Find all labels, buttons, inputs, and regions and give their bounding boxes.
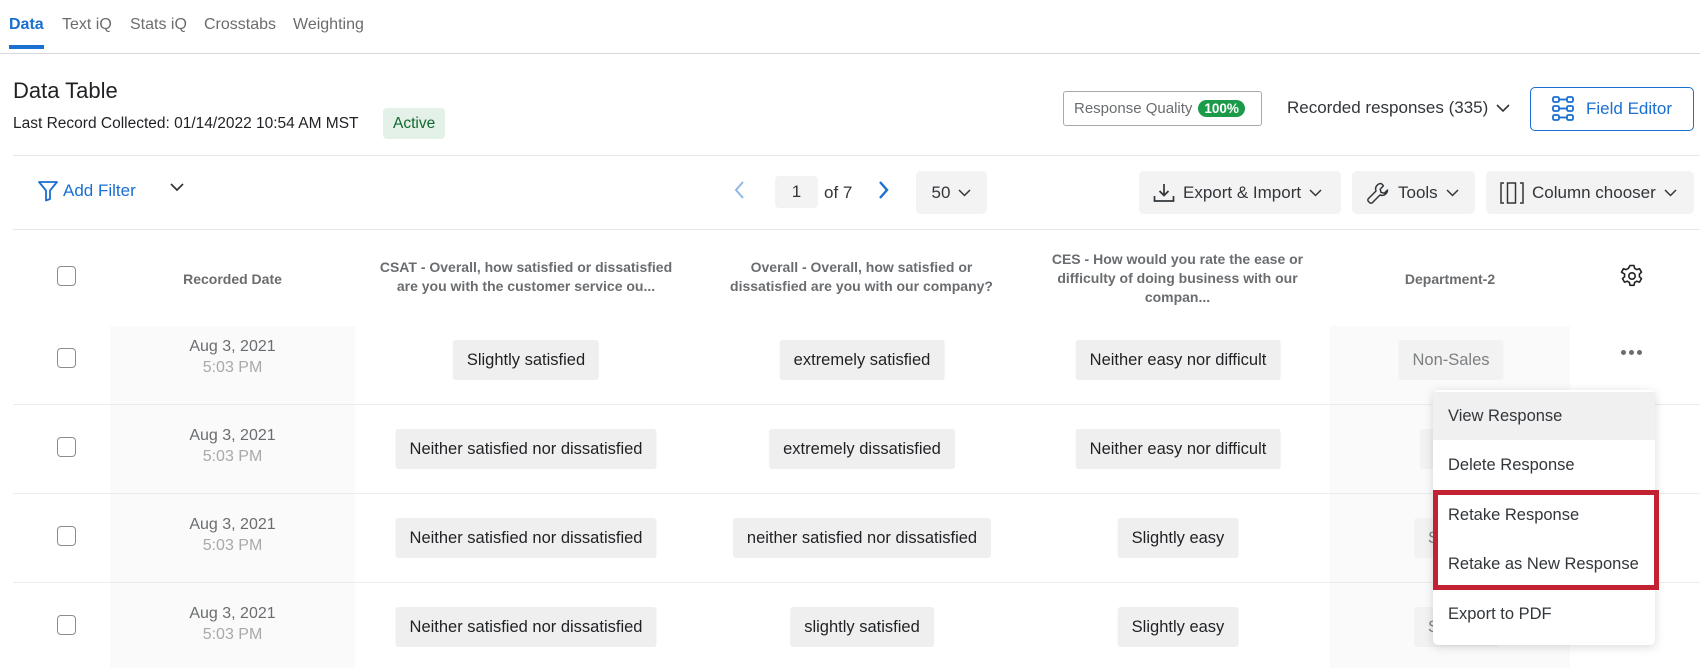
chevron-down-icon	[1446, 188, 1459, 197]
tab-bar: Data Text iQ Stats iQ Crosstabs Weightin…	[0, 0, 1700, 54]
response-quality-button[interactable]: Response Quality 100%	[1063, 91, 1262, 126]
csat-chip[interactable]: Neither satisfied nor dissatisfied	[395, 518, 657, 558]
ces-chip[interactable]: Neither easy nor difficult	[1075, 340, 1281, 380]
row-checkbox[interactable]	[57, 437, 76, 457]
overall-chip[interactable]: extremely satisfied	[779, 340, 945, 380]
add-filter-label: Add Filter	[63, 181, 136, 200]
tab-text-iq[interactable]: Text iQ	[62, 16, 112, 48]
gear-icon[interactable]	[1620, 264, 1644, 288]
column-header-recorded-date[interactable]: Recorded Date	[140, 270, 325, 289]
page-title: Data Table	[13, 78, 118, 103]
recorded-responses-dropdown[interactable]: Recorded responses (335)	[1287, 98, 1510, 118]
page-size-value: 50	[931, 182, 951, 202]
csat-chip[interactable]: Slightly satisfied	[452, 340, 600, 380]
chevron-down-icon	[958, 188, 971, 197]
menu-item-export-to-pdf[interactable]: Export to PDF	[1433, 590, 1655, 638]
column-header-csat[interactable]: CSAT - Overall, how satisfied or dissati…	[370, 258, 682, 296]
add-filter-button[interactable]: Add Filter	[37, 180, 136, 202]
time-value: 5:03 PM	[202, 626, 263, 643]
recorded-date-cell: Aug 3, 2021 5:03 PM	[110, 516, 355, 555]
department-chip[interactable]: Non-Sales	[1398, 340, 1504, 380]
tab-data[interactable]: Data	[9, 16, 44, 49]
recorded-date-cell: Aug 3, 2021 5:03 PM	[110, 427, 355, 466]
field-editor-label: Field Editor	[1586, 99, 1672, 118]
time-value: 5:03 PM	[202, 448, 263, 465]
chevron-down-icon	[1309, 188, 1322, 197]
select-all-checkbox[interactable]	[57, 266, 76, 286]
more-actions-icon[interactable]	[1621, 350, 1642, 355]
tab-stats-iq[interactable]: Stats iQ	[130, 16, 187, 48]
tab-crosstabs[interactable]: Crosstabs	[204, 16, 276, 48]
recorded-date-cell: Aug 3, 2021 5:03 PM	[110, 338, 355, 377]
csat-chip[interactable]: Neither satisfied nor dissatisfied	[395, 429, 657, 469]
chevron-down-icon	[1664, 188, 1677, 197]
menu-item-retake-as-new-response[interactable]: Retake as New Response	[1433, 540, 1655, 588]
export-import-label: Export & Import	[1183, 182, 1302, 202]
response-quality-badge: 100%	[1198, 100, 1245, 117]
ces-chip[interactable]: Slightly easy	[1117, 607, 1239, 647]
column-chooser-label: Column chooser	[1532, 182, 1656, 202]
page-number-input[interactable]: 1	[775, 176, 818, 208]
tools-label: Tools	[1398, 182, 1438, 202]
time-value: 5:03 PM	[202, 537, 263, 554]
tab-weighting[interactable]: Weighting	[293, 16, 364, 48]
recorded-responses-label: Recorded responses (335)	[1287, 98, 1489, 117]
wrench-icon	[1367, 182, 1389, 204]
filter-options-chevron-icon[interactable]	[170, 183, 184, 192]
divider	[13, 229, 1700, 230]
column-header-department[interactable]: Department-2	[1360, 270, 1540, 289]
menu-item-retake-response[interactable]: Retake Response	[1433, 491, 1655, 539]
columns-icon	[1500, 181, 1524, 204]
tools-button[interactable]: Tools	[1352, 171, 1475, 214]
row-checkbox[interactable]	[57, 348, 76, 368]
last-record-collected: Last Record Collected: 01/14/2022 10:54 …	[13, 115, 359, 132]
ces-chip[interactable]: Slightly easy	[1117, 518, 1239, 558]
column-header-ces[interactable]: CES - How would you rate the ease or dif…	[1040, 250, 1315, 307]
next-page-icon[interactable]	[878, 180, 890, 200]
date-value: Aug 3, 2021	[189, 338, 276, 355]
row-checkbox[interactable]	[57, 526, 76, 546]
overall-chip[interactable]: extremely dissatisfied	[769, 429, 955, 469]
overall-chip[interactable]: slightly satisfied	[790, 607, 934, 647]
page-size-dropdown[interactable]: 50	[916, 171, 987, 214]
divider	[13, 155, 1700, 156]
date-value: Aug 3, 2021	[189, 427, 276, 444]
date-value: Aug 3, 2021	[189, 516, 276, 533]
previous-page-icon[interactable]	[733, 180, 745, 200]
export-import-button[interactable]: Export & Import	[1139, 171, 1341, 214]
menu-item-view-response[interactable]: View Response	[1433, 392, 1655, 440]
overall-chip[interactable]: neither satisfied nor dissatisfied	[732, 518, 992, 558]
csat-chip[interactable]: Neither satisfied nor dissatisfied	[395, 607, 657, 647]
row-actions-menu: View Response Delete Response Retake Res…	[1433, 390, 1655, 645]
field-editor-icon	[1552, 96, 1574, 121]
field-editor-button[interactable]: Field Editor	[1530, 87, 1694, 131]
date-value: Aug 3, 2021	[189, 605, 276, 622]
response-quality-label: Response Quality	[1074, 100, 1193, 117]
download-icon	[1153, 183, 1175, 202]
page-total: of 7	[824, 183, 853, 202]
row-checkbox[interactable]	[57, 615, 76, 635]
menu-item-delete-response[interactable]: Delete Response	[1433, 441, 1655, 489]
status-badge: Active	[383, 108, 446, 139]
ces-chip[interactable]: Neither easy nor difficult	[1075, 429, 1281, 469]
recorded-date-cell: Aug 3, 2021 5:03 PM	[110, 605, 355, 644]
chevron-down-icon	[1496, 103, 1510, 112]
time-value: 5:03 PM	[202, 359, 263, 376]
filter-icon	[38, 181, 58, 202]
column-chooser-button[interactable]: Column chooser	[1486, 171, 1694, 214]
column-header-overall[interactable]: Overall - Overall, how satisfied or diss…	[720, 258, 1003, 296]
